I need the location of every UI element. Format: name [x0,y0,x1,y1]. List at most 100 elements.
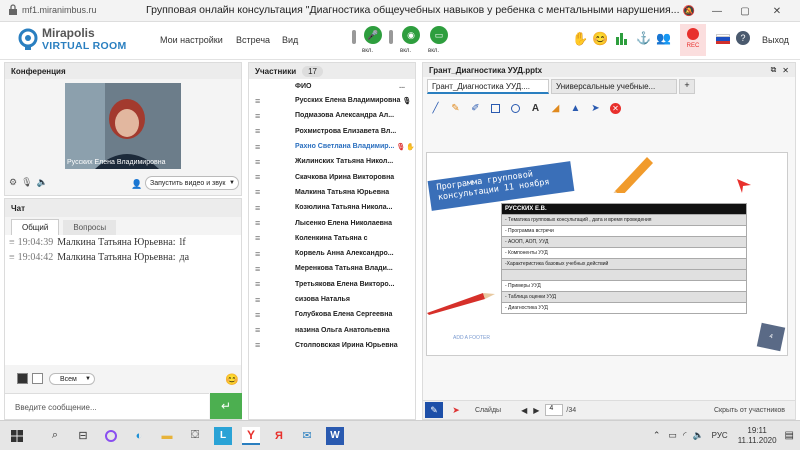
tray-expand-icon[interactable]: ⌃ [653,430,661,441]
background-color-icon[interactable] [32,373,43,384]
list-item[interactable]: ≡ Корвель Анна Александро... [249,246,415,261]
network-tray-icon[interactable]: ▭ [668,430,677,441]
column-more[interactable]: ... [399,83,405,90]
restore-icon[interactable]: ⧉ [771,65,777,75]
tab-presentation-2[interactable]: Универсальные учебные... [551,79,677,94]
yandex-icon[interactable]: Я [270,427,288,445]
camera-settings-icon[interactable]: ⚙ [9,177,17,188]
emoji-picker-icon[interactable]: 😊 [225,373,239,386]
microphone-toggle[interactable]: 🎤 вкл. [362,26,382,54]
clock[interactable]: 19:11 11.11.2020 [738,426,777,446]
circle-icon[interactable] [509,102,522,115]
presenter-video[interactable]: Русских Елена Владимировна [65,83,181,169]
store-icon[interactable]: ⛋ [186,427,204,445]
drag-handle-icon: ≡ [255,340,261,351]
menu-my-settings[interactable]: Мои настройки [160,35,223,45]
slide-canvas[interactable]: Программа групповой консультации 11 нояб… [426,152,788,356]
brush-icon[interactable]: ✐ [469,102,482,115]
pointer-mode-icon[interactable]: ➤ [447,402,465,418]
pen-icon[interactable]: ╱ [429,102,442,115]
add-tab-button[interactable]: + [679,79,695,94]
list-item[interactable]: ≡ Коленкина Татьяна с [249,231,415,246]
list-item[interactable]: ≡ Лысенко Елена Николаевна [249,215,415,230]
menu-meeting[interactable]: Встреча [236,35,270,45]
slides-label[interactable]: Слайды [475,407,501,414]
help-icon[interactable]: ? [736,31,750,45]
camera-toggle[interactable]: ◉ вкл. [400,26,420,54]
close-icon[interactable]: ✕ [770,4,784,18]
maximize-icon[interactable]: ▢ [738,4,752,18]
list-item[interactable]: ≡ Малкина Татьяна Юрьевна [249,185,415,200]
tab-presentation-1[interactable]: Грант_Диагностика УУД.... [427,79,549,94]
bell-icon[interactable]: 🔕 [682,4,696,18]
pointer-icon[interactable]: ➤ [589,102,602,115]
send-button[interactable]: ↵ [210,393,242,419]
text-tool-icon[interactable]: A [529,102,542,115]
emoji-icon[interactable]: 😊 [592,31,608,47]
microphone-icon: 🎤 [364,26,382,44]
fill-icon[interactable]: ▲ [569,102,582,115]
drag-handle-icon: ≡ [255,156,261,167]
column-fio[interactable]: ФИО [295,83,311,90]
pencil-icon[interactable]: ✎ [449,102,462,115]
list-item[interactable]: ≡ Подмазова Александра Ал... [249,108,415,123]
edge-browser-icon[interactable]: ◐ [130,427,148,445]
camera-status: вкл. [400,48,412,54]
volume-icon[interactable]: 🔈 [692,430,703,441]
screen-share-toggle[interactable]: ▭ вкл. [428,26,448,54]
alice-assistant-icon[interactable] [102,427,120,445]
windows-start-icon[interactable] [8,427,26,445]
message-input[interactable]: Введите сообщение... [5,393,209,419]
draw-mode-icon[interactable]: ✎ [425,402,443,418]
menu-view[interactable]: Вид [282,35,298,45]
search-icon[interactable]: ⌕ [46,427,64,445]
wifi-icon[interactable]: ◜ [683,430,687,441]
tab-questions[interactable]: Вопросы [63,219,117,235]
page-number-input[interactable]: 4 [545,404,564,416]
prev-page-icon[interactable]: ◀ [521,406,527,415]
word-icon[interactable]: W [326,426,344,445]
record-button[interactable]: REC [680,24,706,56]
mail-icon[interactable]: ✉ [298,427,316,445]
list-item[interactable]: ≡ Рахно Светлана Владимир... 🎙 ✋ [249,139,415,154]
network-icon[interactable]: ⚓ [636,31,651,45]
text-color-icon[interactable] [17,373,28,384]
url-text[interactable]: mf1.miranimbus.ru [22,5,97,15]
speaker-settings-icon[interactable]: 🔈 [37,177,48,188]
rectangle-icon[interactable] [489,102,502,115]
exit-button[interactable]: Выход [762,35,789,45]
users-icon[interactable]: 👥 [656,31,671,45]
mic-settings-icon[interactable]: 🎙 [21,177,32,188]
language-flag-icon[interactable] [716,34,730,44]
list-item[interactable]: ≡ Скачкова Ирина Викторовна [249,169,415,184]
raise-hand-icon[interactable]: ✋ [572,31,588,47]
recipient-dropdown[interactable]: Всем ▼ [49,373,95,385]
red-arrow-icon [737,179,751,193]
list-item[interactable]: ≡ Меренкова Татьяна Влади... [249,261,415,276]
list-item[interactable]: ≡ Третьякова Елена Викторо... [249,277,415,292]
list-item[interactable]: ≡ назина Ольга Анатольевна [249,322,415,337]
list-item[interactable]: ≡ Жилинских Татьяна Никол... [249,154,415,169]
keyboard-language[interactable]: РУС [712,431,728,440]
list-item[interactable]: ≡ Русских Елена Владимировна 🎙 [249,93,415,108]
list-item[interactable]: ≡ Столповская Ирина Юрьевна [249,338,415,353]
next-page-icon[interactable]: ▶ [533,406,539,415]
list-item[interactable]: ≡ сизова Наталья [249,292,415,307]
task-view-icon[interactable]: ⊟ [74,427,92,445]
hide-from-participants-button[interactable]: Скрыть от участников [714,407,785,414]
close-icon[interactable]: ✕ [782,66,789,75]
yandex-browser-icon[interactable]: Y [242,426,260,445]
list-item[interactable]: ≡ Голубкова Елена Сергеевна [249,307,415,322]
stats-icon[interactable] [616,31,628,47]
notifications-icon[interactable]: ▤ [785,430,794,441]
microphone-status: вкл. [362,48,374,54]
tab-general[interactable]: Общий [11,219,60,235]
eraser-icon[interactable]: ✕ [609,102,622,115]
list-item[interactable]: ≡ Рохмистрова Елизавета Вл... [249,124,415,139]
start-video-dropdown[interactable]: Запустить видео и звук ▼ [145,176,239,190]
minimize-icon[interactable]: — [710,4,724,18]
highlighter-icon[interactable]: ◢ [549,102,562,115]
lingualeo-icon[interactable]: L [214,426,232,445]
file-explorer-icon[interactable]: ▬ [158,427,176,445]
list-item[interactable]: ≡ Козюлина Татьяна Никола... [249,200,415,215]
